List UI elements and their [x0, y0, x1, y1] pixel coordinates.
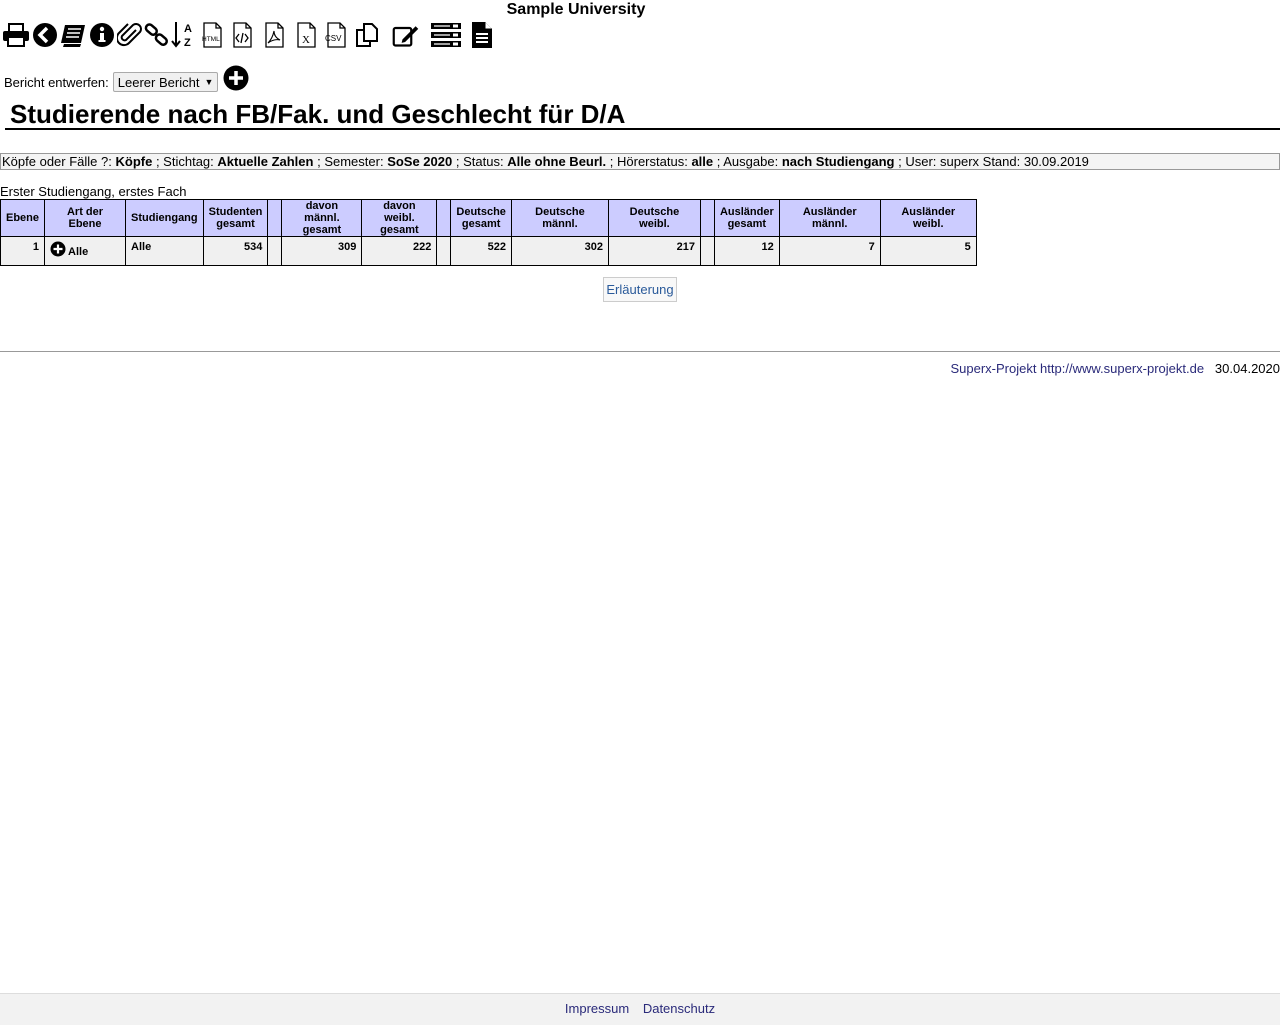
cell-weibl-gesamt: 222	[361, 236, 438, 266]
param-label: ; User: superx Stand: 30.09.2019	[898, 154, 1089, 169]
param-value: SoSe 2020	[387, 154, 453, 169]
param-label: Köpfe oder Fälle ?:	[2, 154, 112, 169]
svg-text:A: A	[184, 23, 192, 35]
cell-ebene: 1	[0, 236, 46, 266]
table-caption: Erster Studiengang, erstes Fach	[0, 184, 187, 199]
report-template-select[interactable]: Leerer Bericht ▼	[112, 72, 219, 92]
param-value: nach Studiengang	[781, 154, 895, 169]
column-header: Studenten gesamt	[202, 199, 269, 237]
table-icon[interactable]	[430, 20, 462, 50]
university-name: Sample University	[506, 1, 646, 18]
column-header: davon weibl. gesamt	[361, 199, 438, 237]
cell-auslaender-maennl: 7	[778, 236, 881, 266]
column-header: Ausländer weibl.	[879, 199, 977, 237]
report-parameters: Köpfe oder Fälle ?: Köpfe ; Stichtag: Ak…	[0, 153, 1280, 170]
column-header: Art der Ebene	[44, 199, 127, 237]
superx-project-link[interactable]: Superx-Projekt http://www.superx-projekt…	[950, 361, 1204, 376]
column-header: Ebene	[0, 199, 46, 237]
column-header: Deutsche weibl.	[607, 199, 701, 237]
cell-studiengang: Alle	[125, 236, 204, 266]
divider	[0, 351, 1280, 352]
plus-circle-icon[interactable]	[223, 65, 249, 91]
param-label: ; Status:	[455, 154, 504, 169]
document-icon[interactable]	[468, 20, 496, 50]
param-label: ; Ausgabe:	[716, 154, 779, 169]
info-icon[interactable]	[88, 20, 116, 50]
cell-auslaender-gesamt: 12	[713, 236, 780, 266]
link-icon[interactable]	[142, 20, 170, 50]
column-header-spacer	[267, 199, 283, 237]
impressum-link[interactable]: Impressum	[565, 1001, 629, 1016]
report-design-label: Bericht entwerfen:	[4, 74, 109, 90]
cell-spacer	[699, 236, 715, 266]
page-title: Studierende nach FB/Fak. und Geschlecht …	[5, 99, 1280, 130]
param-label: ; Hörerstatus:	[609, 154, 688, 169]
param-value: Köpfe	[115, 154, 153, 169]
cell-art-der-ebene: Alle	[44, 236, 127, 266]
param-label: ; Semester:	[317, 154, 384, 169]
svg-text:HTML: HTML	[202, 36, 220, 43]
expand-plus-icon[interactable]	[50, 241, 66, 257]
paperclip-icon[interactable]	[116, 20, 144, 50]
svg-text:Z: Z	[184, 37, 191, 49]
column-header: davon männl. gesamt	[281, 199, 363, 237]
cell-auslaender-weibl: 5	[879, 236, 977, 266]
pdf-export-icon[interactable]	[260, 20, 288, 50]
excel-export-icon[interactable]: X	[292, 20, 320, 50]
cell-spacer	[436, 236, 452, 266]
report-design-bar: Bericht entwerfen: Leerer Bericht ▼	[4, 64, 249, 94]
cell-deutsche-maennl: 302	[510, 236, 609, 266]
report-template-value: Leerer Bericht	[117, 74, 200, 90]
edit-icon[interactable]	[392, 20, 420, 50]
footer-credits: Superx-Projekt http://www.superx-projekt…	[950, 361, 1280, 376]
column-header-spacer	[436, 199, 452, 237]
column-header: Ausländer männl.	[778, 199, 881, 237]
html-export-icon[interactable]: HTML	[198, 20, 226, 50]
books-icon[interactable]	[59, 20, 87, 50]
xml-export-icon[interactable]	[228, 20, 256, 50]
table-row: 1 Alle Alle 534 309 222 522 302 217 12 7…	[0, 236, 977, 266]
param-value: alle	[691, 154, 714, 169]
svg-text:CSV: CSV	[325, 34, 342, 43]
column-header: Studiengang	[125, 199, 204, 237]
column-header: Deutsche gesamt	[450, 199, 512, 237]
results-table: Ebene Art der Ebene Studiengang Studente…	[0, 199, 977, 266]
sort-az-icon[interactable]: AZ	[169, 20, 197, 50]
svg-text:X: X	[302, 34, 310, 46]
copy-icon[interactable]	[353, 20, 381, 50]
cell-studenten-gesamt: 534	[202, 236, 269, 266]
param-value: Alle ohne Beurl.	[507, 154, 607, 169]
cell-deutsche-weibl: 217	[607, 236, 701, 266]
cell-maennl-gesamt: 309	[281, 236, 363, 266]
bottom-bar: Impressum Datenschutz	[0, 993, 1280, 1025]
back-icon[interactable]	[31, 20, 59, 50]
level-label: Alle	[68, 246, 89, 258]
dropdown-arrow-icon: ▼	[204, 77, 214, 87]
column-header: Deutsche männl.	[510, 199, 609, 237]
footer-date: 30.04.2020	[1214, 361, 1280, 376]
table-header-row: Ebene Art der Ebene Studiengang Studente…	[0, 199, 977, 237]
column-header-spacer	[699, 199, 715, 237]
csv-export-icon[interactable]: CSV	[322, 20, 350, 50]
datenschutz-link[interactable]: Datenschutz	[643, 1001, 715, 1016]
print-icon[interactable]	[2, 20, 30, 50]
param-label: ; Stichtag:	[155, 154, 214, 169]
cell-spacer	[267, 236, 283, 266]
explanation-button[interactable]: Erläuterung	[603, 277, 677, 302]
column-header: Ausländer gesamt	[713, 199, 780, 237]
param-value: Aktuelle Zahlen	[217, 154, 314, 169]
cell-deutsche-gesamt: 522	[450, 236, 512, 266]
